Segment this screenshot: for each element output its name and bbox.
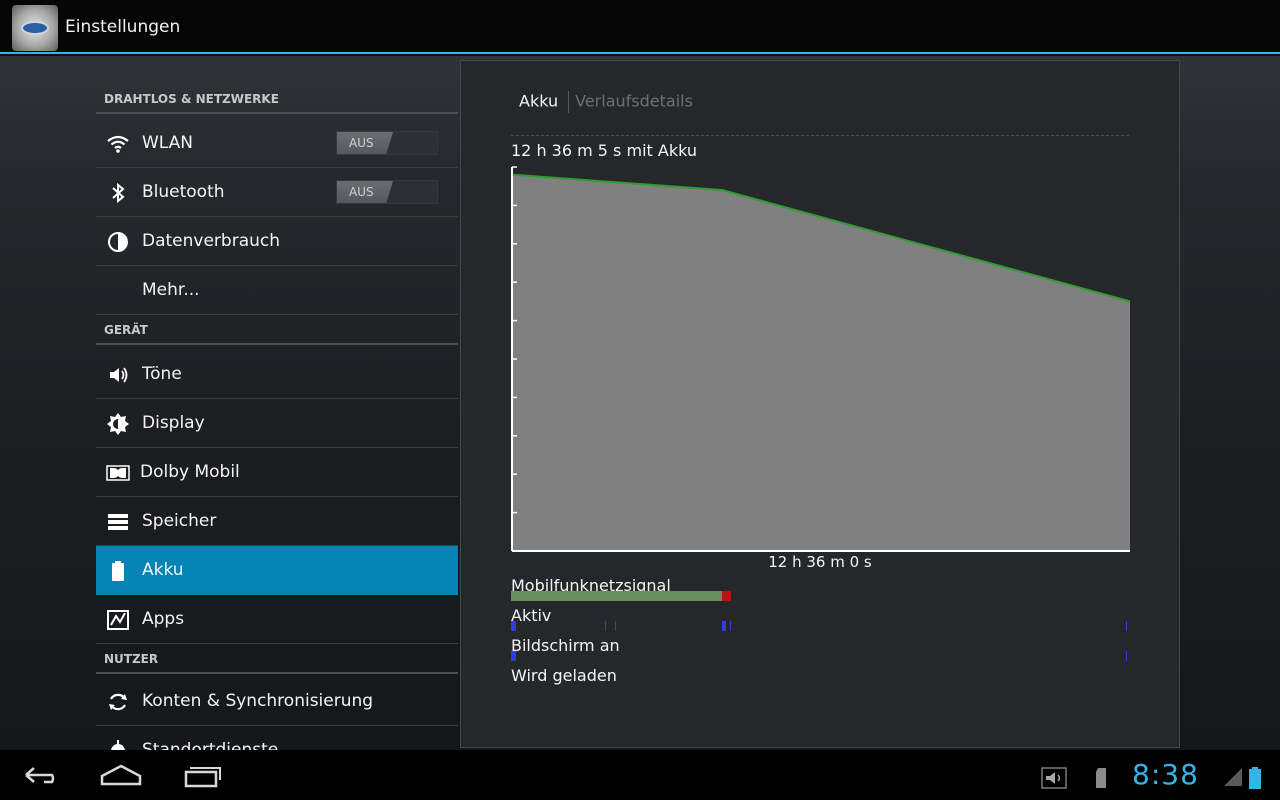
toggle-label: AUS [337, 181, 393, 203]
app-title: Einstellungen [65, 17, 181, 37]
sidebar-item-label: Töne [142, 364, 182, 384]
sidebar-item-label: Bluetooth [142, 182, 225, 202]
storage-icon [106, 510, 130, 534]
sidebar-item-bluetooth[interactable]: Bluetooth AUS [96, 168, 458, 217]
volume-icon[interactable] [1040, 766, 1068, 790]
sync-icon [106, 690, 130, 714]
screen-on-track [511, 651, 1129, 661]
sidebar-item-more[interactable]: Mehr... [96, 266, 458, 315]
back-button[interactable] [18, 760, 68, 790]
wifi-icon [106, 132, 130, 156]
tab-history-details[interactable]: Verlaufsdetails [575, 92, 693, 111]
track-label-charging: Wird geladen [511, 666, 617, 685]
sidebar-item-label: Akku [142, 560, 184, 580]
status-clock[interactable]: 8:38 [1132, 758, 1199, 791]
sidebar-item-label: Datenverbrauch [142, 231, 281, 251]
tab-battery[interactable]: Akku [519, 92, 558, 111]
brightness-icon [106, 412, 130, 436]
section-header-wireless: DRAHTLOS & NETZWERKE [96, 84, 458, 114]
section-header-user: NUTZER [96, 644, 458, 674]
signal-track [511, 591, 1129, 601]
wlan-toggle[interactable]: AUS [336, 131, 438, 155]
sidebar-item-dolby[interactable]: Dolby Mobil [96, 448, 458, 497]
sidebar-item-sounds[interactable]: Töne [96, 350, 458, 399]
settings-gear-icon[interactable] [12, 5, 58, 51]
settings-list: DRAHTLOS & NETZWERKE WLAN AUS Bluetooth … [96, 56, 458, 750]
chart-x-label: 12 h 36 m 0 s [768, 553, 872, 571]
divider [511, 135, 1129, 136]
battery-panel: Akku Verlaufsdetails 12 h 36 m 5 s mit Ak… [460, 60, 1180, 748]
location-icon [106, 739, 130, 750]
sidebar-item-label: Speicher [142, 511, 217, 531]
action-bar: Einstellungen [0, 0, 1280, 54]
sidebar-item-display[interactable]: Display [96, 399, 458, 448]
chart-title: 12 h 36 m 5 s mit Akku [511, 141, 697, 160]
sidebar-item-label: Standortdienste [142, 740, 279, 750]
battery-icon [106, 559, 130, 583]
sd-card-icon[interactable] [1094, 766, 1108, 790]
recent-apps-button[interactable] [176, 760, 226, 790]
sidebar-item-label: Konten & Synchronisierung [142, 691, 374, 711]
sidebar-item-wlan[interactable]: WLAN AUS [96, 119, 458, 168]
battery-chart[interactable] [509, 165, 1133, 555]
sidebar-item-label: Mehr... [142, 280, 200, 300]
home-button[interactable] [96, 760, 146, 790]
sidebar-item-accounts[interactable]: Konten & Synchronisierung [96, 677, 458, 726]
tab-separator [568, 91, 570, 113]
sidebar-item-storage[interactable]: Speicher [96, 497, 458, 546]
sidebar-item-data-usage[interactable]: Datenverbrauch [96, 217, 458, 266]
toggle-label: AUS [337, 132, 393, 154]
sidebar-item-label: Display [142, 413, 205, 433]
dolby-icon [106, 461, 130, 485]
section-header-device: GERÄT [96, 315, 458, 345]
sidebar-item-apps[interactable]: Apps [96, 595, 458, 644]
sidebar-item-label: Apps [142, 609, 185, 629]
sidebar-item-location[interactable]: Standortdienste [96, 726, 458, 750]
panel-tabs: Akku Verlaufsdetails [519, 91, 693, 113]
sidebar-item-label: WLAN [142, 133, 194, 153]
signal-icon[interactable] [1222, 766, 1244, 788]
sidebar-item-battery[interactable]: Akku [96, 546, 458, 595]
bluetooth-icon [106, 181, 130, 205]
navigation-bar [0, 750, 1280, 800]
data-usage-icon [106, 230, 130, 254]
battery-area [512, 174, 1130, 551]
apps-icon [106, 608, 130, 632]
sidebar-item-label: Dolby Mobil [140, 462, 240, 482]
active-track [511, 621, 1129, 631]
bluetooth-toggle[interactable]: AUS [336, 180, 438, 204]
speaker-icon [106, 363, 130, 387]
battery-status-icon[interactable] [1248, 766, 1262, 790]
